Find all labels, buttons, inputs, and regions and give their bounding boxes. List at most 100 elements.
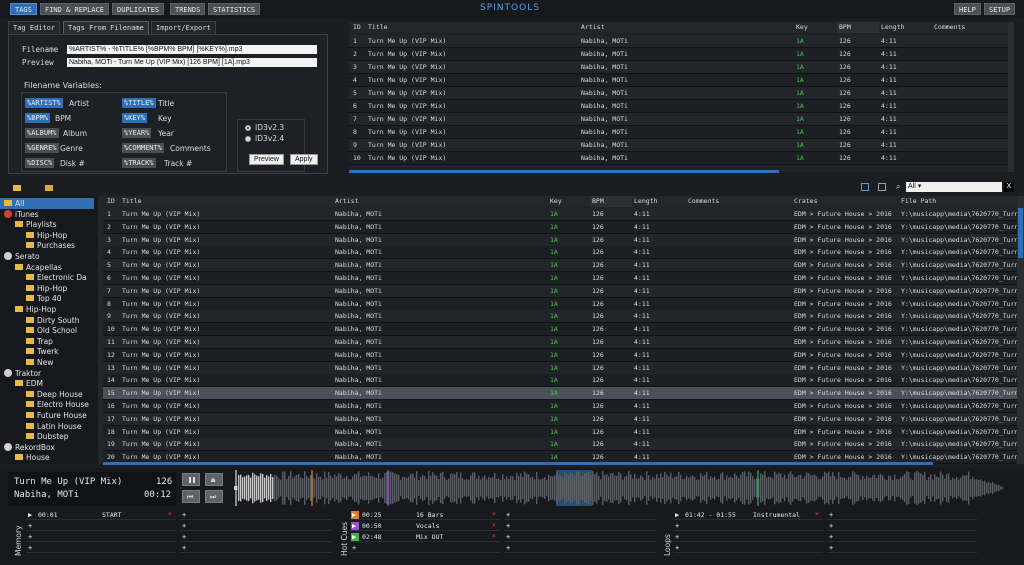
cue-slot[interactable]: +	[180, 521, 332, 531]
variable-chip-disc[interactable]: %DISC%	[25, 158, 55, 168]
cue-slot[interactable]: +	[504, 510, 656, 520]
table-row[interactable]: 7 Turn Me Up (VIP Mix) Nabiha, MOTi 1A 126 4:…	[349, 113, 1014, 126]
next-button[interactable]: ⏭	[205, 490, 223, 503]
library-header-title[interactable]: Title	[120, 196, 333, 207]
table-row[interactable]: 13 Turn Me Up (VIP Mix) Nabiha, MOTi 1A 126 4…	[103, 361, 1017, 375]
table-row[interactable]: 10 Turn Me Up (VIP Mix) Nabiha, MOTi 1A 126 4…	[349, 152, 1014, 165]
sidebar-item[interactable]: House	[15, 452, 50, 463]
sidebar-item[interactable]: RekordBox	[4, 442, 55, 453]
nav-duplicates-button[interactable]: DUPLICATES	[112, 3, 165, 15]
add-cue-icon[interactable]: +	[28, 522, 32, 530]
variable-chip-year[interactable]: %YEAR%	[122, 128, 152, 138]
cue-slot[interactable]: +	[504, 532, 656, 542]
cue-slot[interactable]: +	[827, 543, 977, 553]
table-row[interactable]: 8 Turn Me Up (VIP Mix) Nabiha, MOTi 1A 126 4:…	[103, 297, 1017, 311]
table-row[interactable]: 6 Turn Me Up (VIP Mix) Nabiha, MOTi 1A 126 4:…	[103, 272, 1017, 285]
library-header-artist[interactable]: Artist	[333, 196, 548, 207]
top-table-header-length[interactable]: Length	[879, 22, 932, 33]
cue-slot[interactable]: ▶ 00:50 Vocals ×	[350, 521, 500, 531]
sidebar-item[interactable]: Electronic Da	[26, 272, 87, 283]
sidebar-item[interactable]: Traktor	[4, 368, 41, 379]
cue-slot[interactable]: +	[673, 532, 823, 542]
table-row[interactable]: 3 Turn Me Up (VIP Mix) Nabiha, MOTi 1A 126 4:…	[349, 61, 1014, 74]
add-cue-icon[interactable]: +	[675, 533, 679, 541]
apply-button[interactable]: Apply	[290, 154, 318, 165]
add-cue-icon[interactable]: +	[675, 522, 679, 530]
sidebar-item[interactable]: New	[26, 357, 53, 368]
sidebar-item[interactable]: Hip-Hop	[15, 304, 56, 315]
table-row[interactable]: 9 Turn Me Up (VIP Mix) Nabiha, MOTi 1A 126 4:…	[103, 310, 1017, 324]
library-header-id[interactable]: ID	[105, 196, 120, 207]
sidebar-item[interactable]: Acapellas	[15, 262, 62, 273]
library-search-input[interactable]: All ▾	[906, 182, 1002, 192]
add-cue-icon[interactable]: +	[352, 544, 356, 552]
sidebar-item[interactable]: All	[0, 198, 94, 209]
sidebar-item[interactable]: Dubstep	[26, 431, 69, 442]
delete-cue-icon[interactable]: ×	[492, 532, 496, 541]
table-row[interactable]: 15 Turn Me Up (VIP Mix) Nabiha, MOTi 1A 126 4…	[103, 387, 1017, 401]
play-cue-icon[interactable]: ▶	[675, 511, 679, 519]
cue-slot[interactable]: +	[180, 543, 332, 553]
add-cue-icon[interactable]: +	[506, 511, 510, 519]
table-row[interactable]: 11 Turn Me Up (VIP Mix) Nabiha, MOTi 1A 126 4…	[103, 336, 1017, 349]
table-row[interactable]: 19 Turn Me Up (VIP Mix) Nabiha, MOTi 1A 126 4…	[103, 438, 1017, 452]
sidebar-item[interactable]: Hip-Hop	[26, 283, 67, 294]
table-row[interactable]: 5 Turn Me Up (VIP Mix) Nabiha, MOTi 1A 126 4:…	[349, 87, 1014, 100]
library-header-crates[interactable]: Crates	[792, 196, 899, 207]
add-cue-icon[interactable]: +	[182, 522, 186, 530]
variable-chip-title[interactable]: %TITLE%	[122, 98, 156, 108]
variable-chip-comment[interactable]: %COMMENT%	[122, 143, 164, 153]
tab-import-export[interactable]: Import/Export	[151, 21, 216, 34]
library-v-scrollbar[interactable]	[1017, 196, 1024, 464]
top-table-header-key[interactable]: Key	[794, 22, 837, 33]
delete-cue-icon[interactable]: ×	[492, 521, 496, 530]
table-row[interactable]: 3 Turn Me Up (VIP Mix) Nabiha, MOTi 1A 126 4:…	[103, 233, 1017, 247]
delete-cue-icon[interactable]: ×	[492, 510, 496, 519]
sidebar-item[interactable]: EDM	[15, 378, 43, 389]
filename-pattern-input[interactable]: %ARTIST% - %TITLE% [%BPM% BPM] [%KEY%].m…	[67, 45, 317, 54]
add-cue-icon[interactable]: +	[506, 533, 510, 541]
pause-button[interactable]	[182, 473, 200, 486]
cue-slot[interactable]: ▶ 02:48 Mix OUT ×	[350, 532, 500, 542]
sidebar-item[interactable]: Future House	[26, 410, 87, 421]
table-row[interactable]: 2 Turn Me Up (VIP Mix) Nabiha, MOTi 1A 126 4:…	[103, 220, 1017, 234]
library-h-scrollbar[interactable]	[103, 462, 933, 465]
tab-tag-editor[interactable]: Tag Editor	[8, 21, 61, 34]
table-row[interactable]: 9 Turn Me Up (VIP Mix) Nabiha, MOTi 1A 126 4:…	[349, 139, 1014, 152]
add-cue-icon[interactable]: +	[182, 533, 186, 541]
sidebar-item[interactable]: Old School	[26, 325, 77, 336]
eject-button[interactable]: ⏏	[205, 473, 223, 486]
cue-slot[interactable]: +	[26, 543, 176, 553]
variable-chip-album[interactable]: %ALBUM%	[25, 128, 59, 138]
table-row[interactable]: 12 Turn Me Up (VIP Mix) Nabiha, MOTi 1A 126 4…	[103, 348, 1017, 362]
sidebar-item[interactable]: Hip-Hop	[26, 230, 67, 241]
nav-setup-button[interactable]: SETUP	[984, 3, 1016, 15]
cue-slot[interactable]: +	[350, 543, 500, 553]
add-cue-icon[interactable]: +	[829, 544, 833, 552]
library-header-file-path[interactable]: File Path	[899, 196, 1017, 207]
table-row[interactable]: 1 Turn Me Up (VIP Mix) Nabiha, MOTi 1A 126 4:…	[103, 208, 1017, 221]
cue-slot[interactable]: ▶ 00:01 START ×	[26, 510, 176, 520]
list-view-icon[interactable]	[878, 183, 886, 191]
table-row[interactable]: 8 Turn Me Up (VIP Mix) Nabiha, MOTi 1A 126 4:…	[349, 126, 1014, 139]
top-table-header-title[interactable]: Title	[366, 22, 579, 33]
cue-slot[interactable]: +	[180, 532, 332, 542]
table-row[interactable]: 17 Turn Me Up (VIP Mix) Nabiha, MOTi 1A 126 4…	[103, 412, 1017, 426]
open-folder-icon[interactable]	[13, 185, 21, 191]
sidebar-item[interactable]: Playlists	[15, 219, 57, 230]
cue-slot[interactable]: +	[26, 521, 176, 531]
variable-chip-track[interactable]: %TRACK%	[122, 158, 156, 168]
id3v23-radio[interactable]	[245, 125, 251, 131]
library-header-bpm[interactable]: BPM	[590, 196, 632, 207]
nav-trends-button[interactable]: TRENDS	[170, 3, 206, 15]
top-table-h-scrollbar[interactable]	[349, 170, 779, 173]
cue-slot[interactable]: +	[180, 510, 332, 520]
preview-button[interactable]: Preview	[249, 154, 284, 165]
top-table-scrollbar[interactable]	[1008, 22, 1014, 172]
variable-chip-key[interactable]: %KEY%	[122, 113, 148, 123]
library-header-comments[interactable]: Comments	[686, 196, 792, 207]
table-row[interactable]: 6 Turn Me Up (VIP Mix) Nabiha, MOTi 1A 126 4:…	[349, 100, 1014, 113]
sidebar-item[interactable]: iTunes	[4, 209, 39, 220]
table-row[interactable]: 2 Turn Me Up (VIP Mix) Nabiha, MOTi 1A 126 4:…	[349, 48, 1014, 61]
table-row[interactable]: 4 Turn Me Up (VIP Mix) Nabiha, MOTi 1A 126 4:…	[103, 246, 1017, 260]
